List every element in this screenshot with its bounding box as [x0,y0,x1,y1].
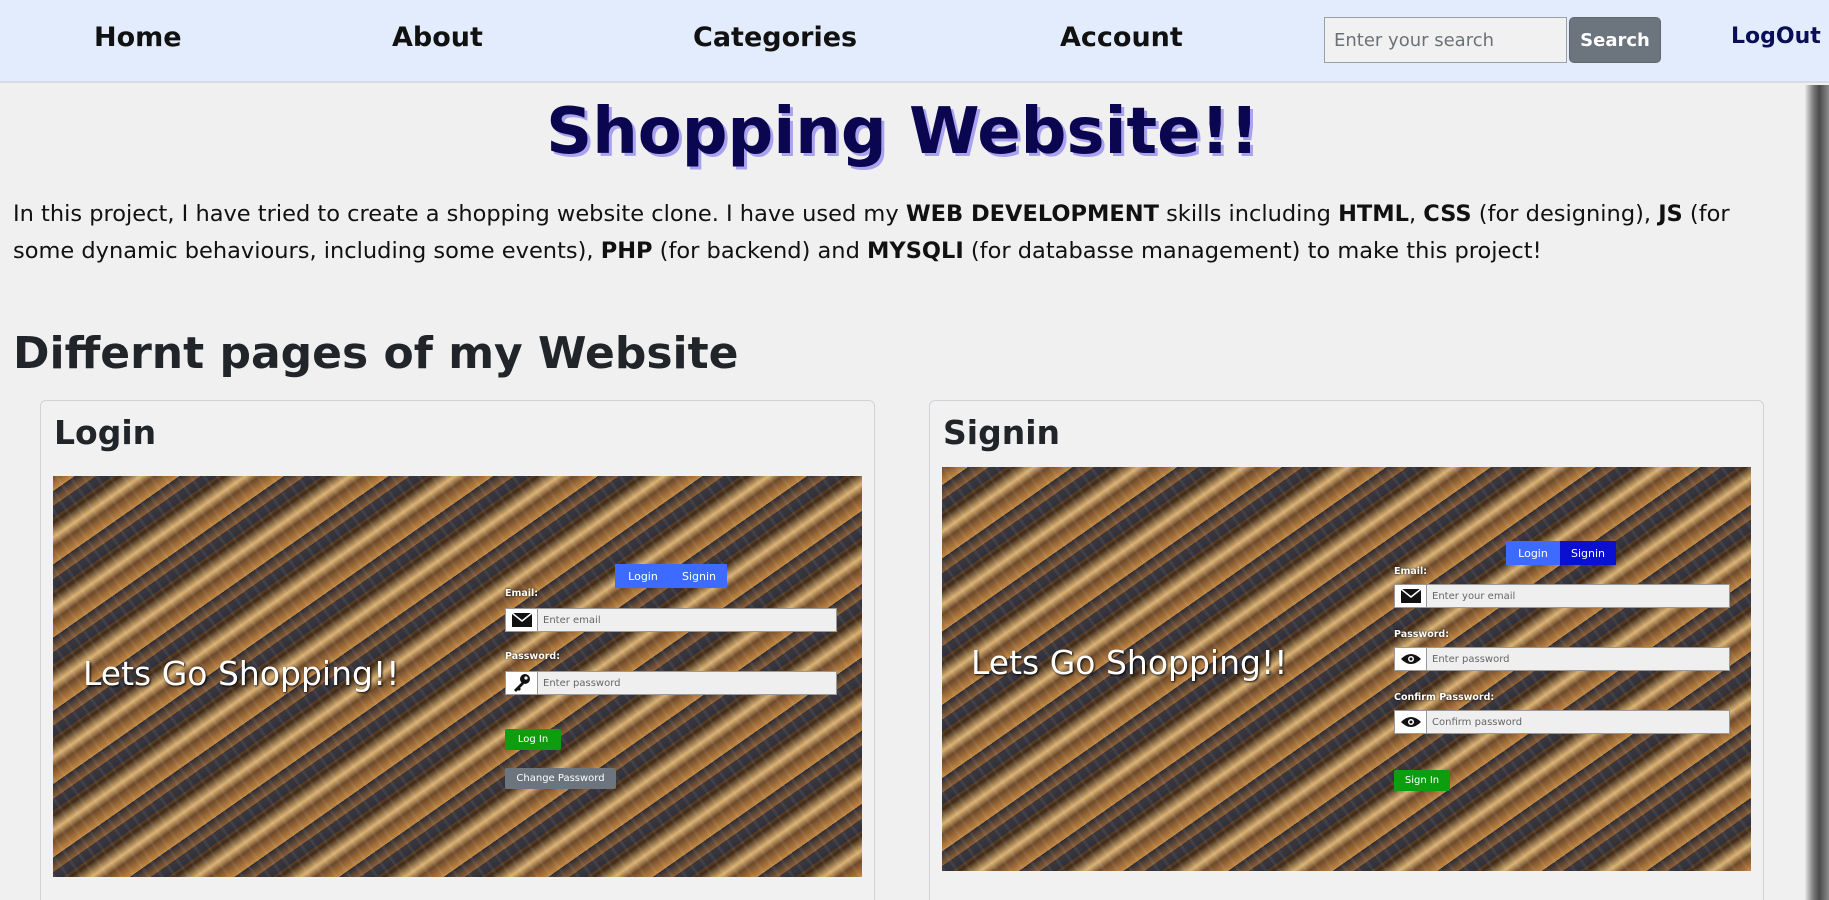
intro-paragraph: In this project, I have tried to create … [13,196,1788,270]
intro-text-6: (for backend) and [652,238,868,264]
section-title: Differnt pages of my Website [13,328,739,379]
screenshot-tab-login: Login [615,564,671,588]
logout-link[interactable]: LogOut [1731,24,1821,49]
screenshot-confirm-password-field: Confirm password [1394,710,1730,734]
screenshot-tab-group: Login Signin [615,564,727,588]
screenshot-headline: Lets Go Shopping!! [971,643,1288,682]
screenshot-email-field: Enter your email [1394,584,1730,608]
login-page-screenshot: Lets Go Shopping!! Login Signin Email: E… [53,476,862,877]
screenshot-email-placeholder: Enter email [543,614,601,626]
intro-text-4: (for designing), [1471,201,1659,227]
signin-card: Signin Lets Go Shopping!! Login Signin E… [929,400,1764,900]
screenshot-signin-button: Sign In [1394,770,1450,791]
intro-bold-php: PHP [600,238,653,264]
intro-bold-webdev: WEB DEVELOPMENT [905,201,1159,227]
search-input[interactable] [1324,17,1567,63]
screenshot-confirm-password-placeholder: Confirm password [1432,716,1523,728]
screenshot-email-label: Email: [505,588,539,599]
intro-text-2: skills including [1158,201,1339,227]
envelope-icon [1395,585,1427,607]
screenshot-password-placeholder: Enter password [543,677,621,689]
page-edge-decoration [1805,85,1829,900]
page-title: Shopping Website!! [546,95,1259,169]
screenshot-password-field: Enter password [1394,647,1730,671]
login-card-title: Login [54,413,157,452]
screenshot-confirm-password-label: Confirm Password: [1394,692,1495,703]
key-icon [506,672,538,694]
nav-about-link[interactable]: About [392,22,483,53]
screenshot-login-button: Log In [505,729,561,750]
screenshot-email-field: Enter email [505,608,837,632]
screenshot-tab-signin: Signin [671,564,727,588]
nav-home-link[interactable]: Home [94,22,182,53]
screenshot-email-label: Email: [1394,566,1428,577]
screenshot-password-placeholder: Enter password [1432,653,1510,665]
screenshot-tab-login: Login [1506,541,1560,565]
envelope-icon [506,609,538,631]
intro-text-1: In this project, I have tried to create … [13,201,906,227]
login-card: Login Lets Go Shopping!! Login Signin Em… [40,400,875,900]
intro-bold-html: HTML [1338,201,1409,227]
screenshot-email-placeholder: Enter your email [1432,590,1516,602]
screenshot-change-password-button: Change Password [505,768,616,789]
screenshot-password-field: Enter password [505,671,837,695]
eye-icon [1395,711,1427,733]
screenshot-tab-signin: Signin [1560,541,1616,565]
signin-card-title: Signin [943,413,1060,452]
nav-account-link[interactable]: Account [1060,22,1183,53]
intro-bold-mysqli: MYSQLI [867,238,964,264]
search-button[interactable]: Search [1569,17,1661,63]
signin-page-screenshot: Lets Go Shopping!! Login Signin Email: E… [942,467,1751,871]
screenshot-headline: Lets Go Shopping!! [83,654,400,693]
screenshot-password-label: Password: [505,651,561,662]
navbar: Home About Categories Account Search Log… [0,0,1829,83]
intro-bold-js: JS [1658,201,1683,227]
screenshot-password-label: Password: [1394,629,1450,640]
nav-categories-link[interactable]: Categories [693,22,857,53]
eye-icon [1395,648,1427,670]
screenshot-tab-group: Login Signin [1506,541,1616,565]
intro-bold-css: CSS [1423,201,1472,227]
intro-text-7: (for databasse management) to make this … [963,238,1542,264]
intro-text-3: , [1408,201,1424,227]
